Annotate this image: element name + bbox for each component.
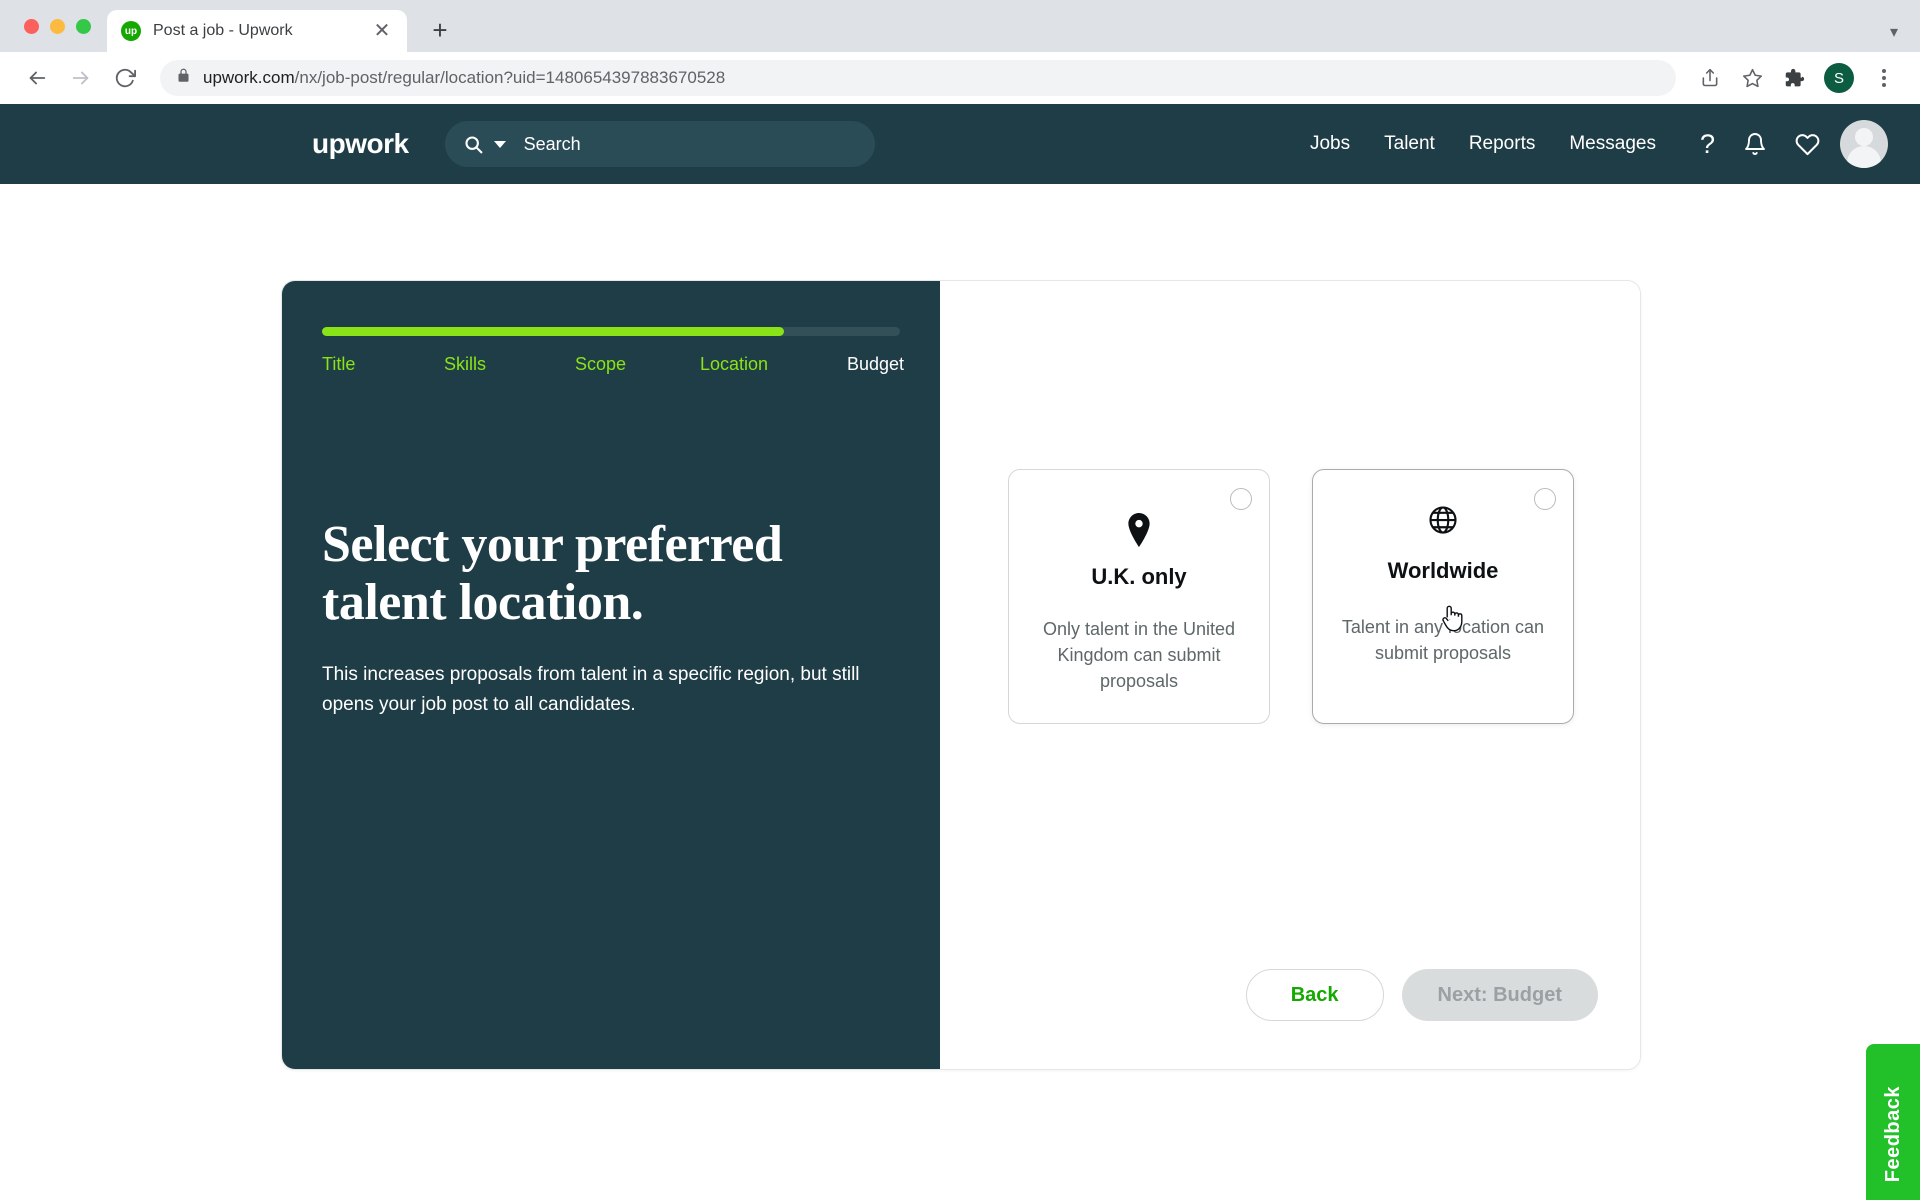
- upwork-logo[interactable]: upwork: [312, 128, 409, 160]
- window-close-button[interactable]: [24, 18, 39, 34]
- job-post-wizard-card: Title Skills Scope Location Budget Selec…: [281, 280, 1641, 1070]
- nav-item-reports[interactable]: Reports: [1469, 133, 1536, 155]
- notifications-bell-icon[interactable]: [1743, 132, 1767, 156]
- radio-worldwide[interactable]: [1534, 488, 1556, 510]
- wizard-step-budget[interactable]: Budget: [847, 354, 904, 375]
- tab-favicon-upwork: up: [121, 21, 141, 41]
- page-body: Title Skills Scope Location Budget Selec…: [0, 184, 1920, 1200]
- search-input[interactable]: Search: [444, 121, 875, 167]
- window-minimize-button[interactable]: [50, 18, 65, 34]
- option-title-worldwide: Worldwide: [1387, 558, 1499, 583]
- kebab-menu-icon[interactable]: [1866, 60, 1902, 96]
- wizard-step-skills[interactable]: Skills: [444, 354, 486, 375]
- feedback-label: Feedback: [1881, 1085, 1904, 1183]
- address-bar-url: upwork.com/nx/job-post/regular/location?…: [203, 68, 726, 87]
- search-category-chevron-down-icon[interactable]: [493, 140, 506, 148]
- tab-title: Post a job - Upwork: [153, 22, 293, 39]
- help-icon[interactable]: ?: [1700, 130, 1715, 158]
- browser-back-button[interactable]: [18, 59, 56, 97]
- nav-item-jobs[interactable]: Jobs: [1310, 133, 1350, 155]
- browser-toolbar: upwork.com/nx/job-post/regular/location?…: [0, 52, 1920, 104]
- new-tab-button[interactable]: +: [421, 11, 459, 49]
- browser-tabstrip: up Post a job - Upwork ✕ + ▾: [0, 0, 1920, 52]
- tab-close-icon[interactable]: ✕: [371, 20, 393, 42]
- wizard-step-scope[interactable]: Scope: [575, 354, 626, 375]
- address-bar[interactable]: upwork.com/nx/job-post/regular/location?…: [160, 60, 1676, 96]
- share-icon[interactable]: [1692, 60, 1728, 96]
- wizard-step-title[interactable]: Title: [322, 354, 355, 375]
- search-placeholder: Search: [523, 133, 581, 154]
- wizard-actions: Back Next: Budget: [1245, 969, 1598, 1021]
- feedback-tab[interactable]: Feedback: [1866, 1044, 1920, 1200]
- star-icon[interactable]: [1734, 60, 1770, 96]
- globe-icon: [1428, 502, 1458, 538]
- wizard-step-labels: Title Skills Scope Location Budget: [322, 354, 904, 378]
- browser-chrome: up Post a job - Upwork ✕ + ▾ upwork.com/…: [0, 0, 1920, 104]
- wizard-right-panel: U.K. only Only talent in the United King…: [940, 281, 1640, 1069]
- nav-item-talent[interactable]: Talent: [1384, 133, 1435, 155]
- window-maximize-button[interactable]: [76, 18, 91, 34]
- lock-icon: [176, 68, 191, 88]
- puzzle-icon[interactable]: [1776, 60, 1812, 96]
- wizard-progress-bar: [322, 327, 900, 336]
- window-traffic-lights: [16, 0, 107, 52]
- next-budget-button[interactable]: Next: Budget: [1401, 969, 1598, 1021]
- location-options-group: U.K. only Only talent in the United King…: [1008, 469, 1574, 724]
- back-button[interactable]: Back: [1245, 969, 1384, 1021]
- option-title-uk-only: U.K. only: [1091, 564, 1187, 589]
- upwork-site-header: upwork Search Jobs Talent Reports Messag…: [0, 104, 1920, 184]
- page-description: This increases proposals from talent in …: [322, 664, 860, 715]
- wizard-left-panel: Title Skills Scope Location Budget Selec…: [282, 281, 940, 1069]
- browser-profile-avatar[interactable]: S: [1824, 63, 1854, 93]
- primary-navigation: Jobs Talent Reports Messages: [1310, 133, 1656, 155]
- header-icon-group: ?: [1700, 130, 1820, 158]
- browser-forward-button[interactable]: [62, 59, 100, 97]
- radio-uk-only[interactable]: [1230, 488, 1252, 510]
- search-icon: [463, 134, 484, 155]
- option-card-worldwide[interactable]: Worldwide Talent in any location can sub…: [1312, 469, 1574, 724]
- favorites-heart-icon[interactable]: [1795, 132, 1820, 157]
- option-description-uk-only: Only talent in the United Kingdom can su…: [1042, 619, 1236, 692]
- page-title: Select your preferred talent location.: [322, 516, 783, 632]
- browser-tab[interactable]: up Post a job - Upwork ✕: [107, 10, 407, 52]
- nav-item-messages[interactable]: Messages: [1569, 133, 1656, 155]
- wizard-progress-fill: [322, 327, 785, 336]
- wizard-step-location[interactable]: Location: [700, 354, 768, 375]
- browser-reload-button[interactable]: [106, 59, 144, 97]
- option-description-worldwide: Talent in any location can submit propos…: [1341, 617, 1545, 664]
- option-card-uk-only[interactable]: U.K. only Only talent in the United King…: [1008, 469, 1270, 724]
- chevron-down-icon[interactable]: ▾: [1890, 22, 1898, 42]
- user-avatar[interactable]: [1840, 120, 1888, 168]
- location-pin-icon: [1126, 512, 1152, 548]
